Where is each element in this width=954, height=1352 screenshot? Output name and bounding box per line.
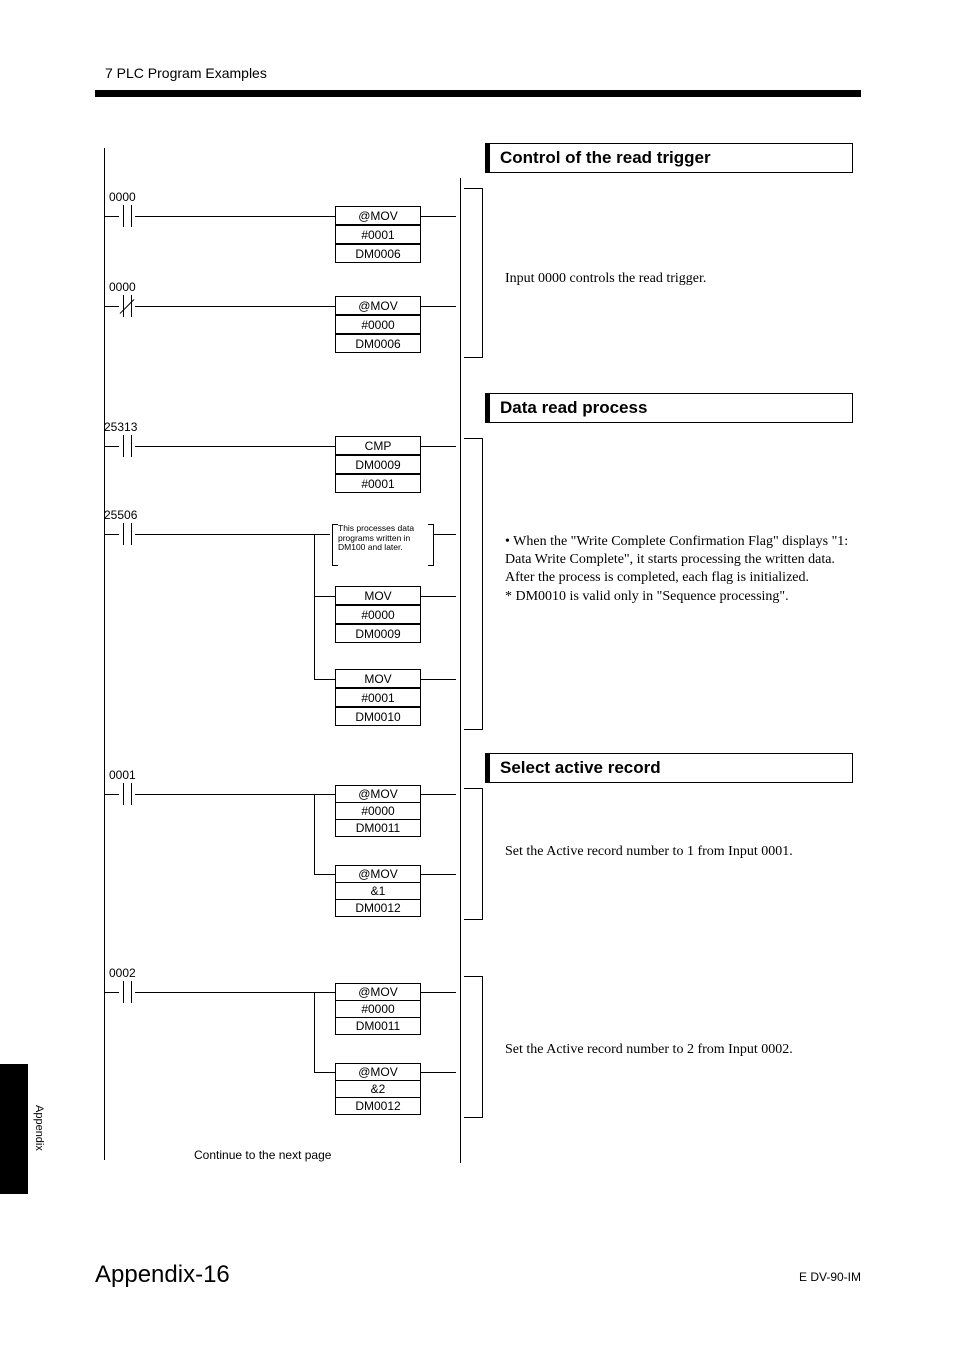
contact-no <box>119 435 135 457</box>
header-rule <box>95 90 861 97</box>
line <box>314 679 335 680</box>
line <box>135 992 335 993</box>
rung-label: 25313 <box>104 420 137 434</box>
instruction-box: DM0012 <box>335 899 421 917</box>
section-body: Set the Active record number to 1 from I… <box>505 843 855 861</box>
instruction-box: @MOV <box>335 296 421 315</box>
instruction-box: #0000 <box>335 1000 421 1018</box>
page-number: Appendix-16 <box>95 1261 230 1289</box>
chapter-header: 7 PLC Program Examples <box>105 65 267 81</box>
section-heading: Data read process <box>485 393 853 423</box>
instruction-box: #0000 <box>335 605 421 624</box>
instruction-box: DM0009 <box>335 455 421 474</box>
ladder-diagram: 0000 @MOV #0001 DM0006 0000 @MOV #0000 D… <box>104 148 464 1168</box>
line <box>421 596 456 597</box>
line <box>421 306 456 307</box>
instruction-box: #0000 <box>335 802 421 820</box>
line <box>104 534 119 535</box>
line <box>421 679 456 680</box>
section-body: Set the Active record number to 2 from I… <box>505 1041 855 1059</box>
instruction-box: @MOV <box>335 865 421 883</box>
line <box>421 216 456 217</box>
instruction-box: MOV <box>335 669 421 688</box>
contact-nc <box>119 295 135 317</box>
line <box>421 1072 456 1073</box>
rung-label: 0001 <box>109 768 136 782</box>
line <box>314 596 335 597</box>
rung-label: 0000 <box>109 280 136 294</box>
note-text: This processes data programs written in … <box>338 523 414 552</box>
instruction-box: DM0006 <box>335 334 421 353</box>
appendix-tab-label: Appendix <box>33 1105 45 1151</box>
appendix-tab-block <box>0 1064 28 1194</box>
instruction-box: @MOV <box>335 983 421 1001</box>
line <box>421 794 456 795</box>
bracket <box>464 788 483 920</box>
line <box>434 534 456 535</box>
section-heading: Control of the read trigger <box>485 143 853 173</box>
bracket <box>464 976 483 1118</box>
line <box>314 992 315 1072</box>
left-rail <box>104 148 105 1160</box>
page: 7 PLC Program Examples Appendix 0000 @MO… <box>0 0 954 1352</box>
instruction-box: &2 <box>335 1080 421 1098</box>
line <box>135 216 335 217</box>
line <box>104 992 119 993</box>
instruction-box: #0000 <box>335 315 421 334</box>
instruction-box: #0001 <box>335 474 421 493</box>
explanation-column: Control of the read trigger Input 0000 c… <box>460 148 860 1168</box>
line <box>314 534 315 679</box>
instruction-box: DM0011 <box>335 819 421 837</box>
line <box>135 446 335 447</box>
section-heading: Select active record <box>485 753 853 783</box>
instruction-box: CMP <box>335 436 421 455</box>
note-box: This processes data programs written in … <box>338 524 428 564</box>
instruction-box: &1 <box>335 882 421 900</box>
rung-label: 0000 <box>109 190 136 204</box>
line <box>314 1072 335 1073</box>
section-body: Input 0000 controls the read trigger. <box>505 270 855 288</box>
line <box>104 794 119 795</box>
instruction-box: DM0010 <box>335 707 421 726</box>
contact-no <box>119 981 135 1003</box>
instruction-box: #0001 <box>335 688 421 707</box>
line <box>104 216 119 217</box>
document-id: E DV-90-IM <box>799 1270 861 1284</box>
bullet-line: • When the "Write Complete Confirmation … <box>505 533 855 588</box>
instruction-box: @MOV <box>335 1063 421 1081</box>
line <box>135 794 335 795</box>
bracket <box>464 438 483 730</box>
line <box>421 874 456 875</box>
instruction-box: MOV <box>335 586 421 605</box>
continue-text: Continue to the next page <box>194 1148 331 1162</box>
contact-no <box>119 205 135 227</box>
instruction-box: DM0012 <box>335 1097 421 1115</box>
instruction-box: DM0006 <box>335 244 421 263</box>
line <box>421 992 456 993</box>
contact-no <box>119 523 135 545</box>
line <box>421 446 456 447</box>
instruction-box: @MOV <box>335 206 421 225</box>
rung-label: 25506 <box>104 508 137 522</box>
line <box>314 874 335 875</box>
instruction-box: DM0009 <box>335 624 421 643</box>
instruction-box: #0001 <box>335 225 421 244</box>
line <box>135 306 335 307</box>
bracket <box>464 188 483 358</box>
note-line: * DM0010 is valid only in "Sequence proc… <box>505 588 855 606</box>
instruction-box: @MOV <box>335 785 421 803</box>
line <box>314 794 315 874</box>
explanation-rail <box>460 178 461 1163</box>
instruction-box: DM0011 <box>335 1017 421 1035</box>
line <box>104 446 119 447</box>
rung-label: 0002 <box>109 966 136 980</box>
line <box>135 534 330 535</box>
section-body: • When the "Write Complete Confirmation … <box>505 533 855 606</box>
contact-no <box>119 783 135 805</box>
